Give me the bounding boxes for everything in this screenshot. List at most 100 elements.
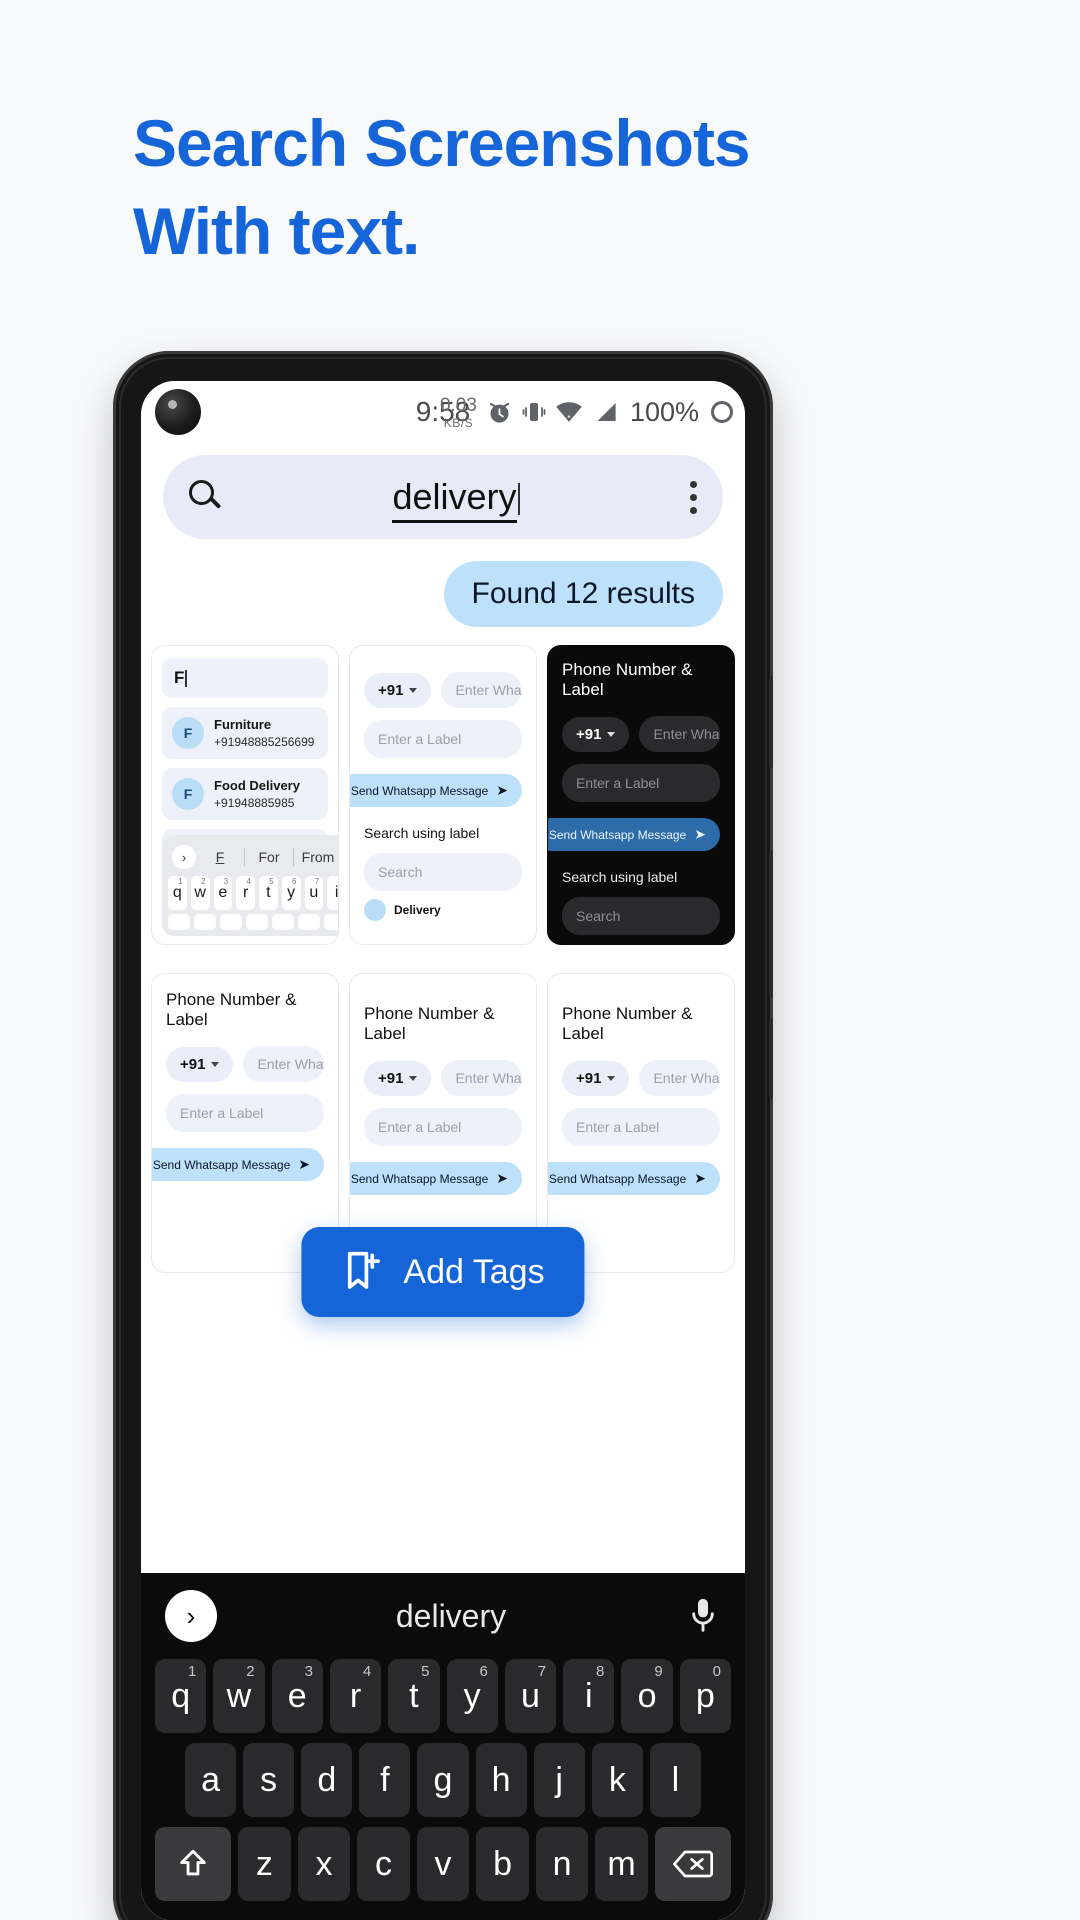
send-button-label: Send Whatsapp Message (350, 1171, 489, 1186)
shift-icon[interactable] (154, 1827, 232, 1901)
search-bar-container: delivery (141, 443, 745, 539)
phone-row: +91 Enter Whatsapp Number (364, 672, 522, 708)
country-code-value: +91 (576, 1069, 602, 1087)
key-h[interactable]: h (475, 1743, 527, 1817)
key-f[interactable]: f (359, 1743, 411, 1817)
key-r[interactable]: 4r (329, 1659, 382, 1733)
phone-row: +91 Enter Whatsapp Number (562, 716, 720, 752)
keyboard-row-2: asdfghjkl (151, 1743, 735, 1817)
label-field: Enter a Label (166, 1094, 324, 1132)
key-v[interactable]: v (416, 1827, 470, 1901)
key-e[interactable]: 3e (271, 1659, 323, 1733)
suggestion-1: For (258, 849, 280, 865)
network-speed-indicator: 0.03 KB/S (440, 396, 477, 429)
key-m[interactable]: m (595, 1827, 648, 1901)
mini-key-y: 6y (281, 876, 301, 910)
mini-suggestion-bar: › F For From (168, 843, 338, 876)
mini-key-w: 2w (190, 876, 210, 910)
key-y[interactable]: 6y (446, 1659, 498, 1733)
screenshot-card-form-light-4[interactable]: Phone Number & Label +91 Enter Whatsapp … (547, 973, 735, 1273)
typed-word-suggestion[interactable]: delivery (217, 1598, 685, 1635)
suggestion-2: From (301, 849, 335, 865)
chevron-right-icon[interactable]: › (165, 1590, 217, 1642)
status-icons: 0.03 KB/S 100% (440, 396, 733, 429)
key-t[interactable]: 5t (388, 1659, 440, 1733)
key-w[interactable]: 2w (213, 1659, 265, 1733)
whatsapp-form-screenshot-dark: Phone Number & Label +91 Enter Whatsapp … (548, 646, 734, 944)
whatsapp-number-field: Enter Whatsapp Number (441, 672, 522, 708)
list-item: F Food Delivery +91948885985 (162, 768, 328, 820)
search-icon (189, 480, 223, 514)
phone-row: +91 Enter Whatsapp Number (364, 1060, 522, 1096)
send-whatsapp-message-button: Send Whatsapp Message ➤ (350, 1162, 522, 1195)
text-caret (517, 483, 520, 515)
send-button-label: Send Whatsapp Message (548, 827, 687, 842)
backspace-icon[interactable] (654, 1827, 732, 1901)
contact-name: Furniture (214, 717, 272, 733)
chevron-down-icon (211, 1061, 220, 1067)
key-a[interactable]: a (185, 1743, 237, 1817)
send-icon: ➤ (496, 782, 508, 798)
mini-search-value: F (174, 668, 185, 687)
key-j[interactable]: j (533, 1743, 585, 1817)
page-title: Search Screenshots With text. (133, 100, 993, 276)
send-whatsapp-message-button: Send Whatsapp Message ➤ (152, 1148, 324, 1181)
add-tags-button[interactable]: Add Tags (301, 1227, 585, 1317)
mini-key-r: 4r (236, 876, 255, 910)
country-code-value: +91 (180, 1055, 206, 1073)
system-keyboard: › delivery 1q2w3e4r5t6y7u8i9o0p asdfghjk… (141, 1573, 745, 1920)
screenshot-grid-row-2: Phone Number & Label +91 Enter Whatsapp … (141, 955, 745, 1317)
screenshot-grid-row-1: F F Furniture +91948885256699 F Food Del… (141, 627, 745, 945)
send-icon: ➤ (694, 826, 706, 842)
label-field: Enter a Label (364, 720, 522, 758)
contact-name: Food Delivery (214, 778, 300, 794)
results-chip-row: Found 12 results (141, 539, 745, 627)
screenshot-card-form-light-1[interactable]: +91 Enter Whatsapp Number Enter a Label … (349, 645, 537, 945)
chevron-down-icon (409, 1075, 418, 1081)
label-suggestion-text: Delivery (394, 903, 441, 917)
keyboard-row-1: 1q2w3e4r5t6y7u8i9o0p (151, 1659, 735, 1733)
key-l[interactable]: l (649, 1743, 701, 1817)
key-o[interactable]: 9o (621, 1659, 673, 1733)
more-vertical-icon[interactable] (689, 480, 697, 514)
contact-phone: +91948885985 (214, 795, 295, 810)
battery-ring-icon (711, 401, 733, 423)
screenshot-card-form-dark[interactable]: Phone Number & Label +91 Enter Whatsapp … (547, 645, 735, 945)
key-c[interactable]: c (357, 1827, 410, 1901)
label-search-field: Search (562, 897, 720, 935)
key-q[interactable]: 1q (155, 1659, 207, 1733)
mini-key-e: 3e (213, 876, 233, 910)
mini-keyboard: › F For From 1q2w3e4r5t6y7u8i (162, 835, 338, 936)
chevron-right-icon: › (172, 845, 196, 869)
key-n[interactable]: n (535, 1827, 589, 1901)
contacts-screenshot: F F Furniture +91948885256699 F Food Del… (152, 646, 338, 944)
key-d[interactable]: d (301, 1743, 353, 1817)
mini-key-t: 5t (259, 876, 278, 910)
avatar: F (172, 778, 204, 810)
search-bar[interactable]: delivery (163, 455, 723, 539)
key-s[interactable]: s (243, 1743, 295, 1817)
microphone-icon[interactable] (685, 1596, 721, 1636)
key-p[interactable]: 0p (679, 1659, 731, 1733)
whatsapp-form-screenshot: Phone Number & Label +91 Enter Whatsapp … (152, 974, 338, 1272)
key-i[interactable]: 8i (563, 1659, 615, 1733)
key-b[interactable]: b (476, 1827, 529, 1901)
promo-page: Search Screenshots With text. 9:58 0.03 … (0, 0, 1080, 1920)
whatsapp-number-field: Enter Whatsapp Number (243, 1046, 324, 1082)
label-field: Enter a Label (562, 1108, 720, 1146)
key-g[interactable]: g (417, 1743, 469, 1817)
wifi-icon (556, 402, 582, 422)
bookmark-add-icon (347, 1251, 380, 1289)
headline-line-1: Search Screenshots (133, 106, 751, 180)
key-z[interactable]: z (238, 1827, 291, 1901)
key-u[interactable]: 7u (504, 1659, 557, 1733)
key-k[interactable]: k (591, 1743, 643, 1817)
key-x[interactable]: x (297, 1827, 351, 1901)
screenshot-card-contacts[interactable]: F F Furniture +91948885256699 F Food Del… (151, 645, 339, 945)
search-using-label-heading: Search using label (364, 825, 480, 841)
chevron-down-icon (607, 1075, 616, 1081)
search-input[interactable]: delivery (223, 476, 689, 523)
country-code-value: +91 (576, 725, 602, 743)
alarm-icon (489, 402, 509, 423)
send-whatsapp-message-button: Send Whatsapp Message ➤ (350, 774, 522, 807)
